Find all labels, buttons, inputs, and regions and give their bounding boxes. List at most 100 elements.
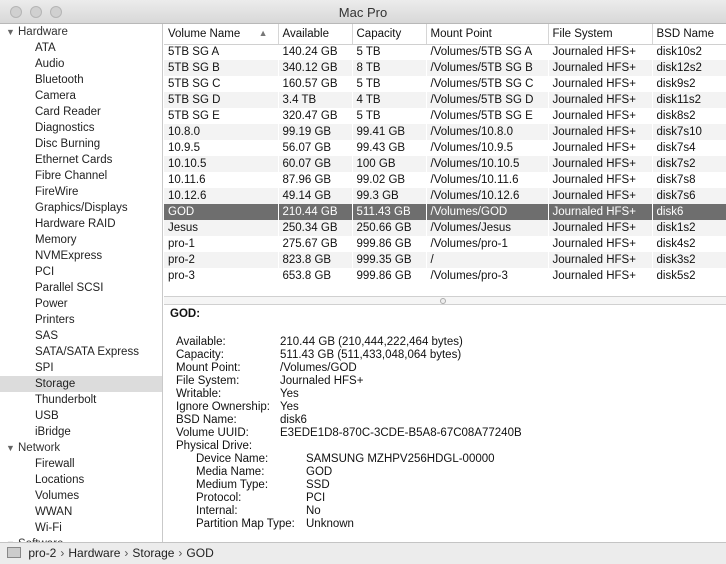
table-cell: 60.07 GB [278, 156, 352, 172]
table-cell: /Volumes/10.11.6 [430, 174, 519, 186]
table-cell: /Volumes/10.10.5 [426, 156, 548, 172]
physical-field-value: No [306, 505, 321, 517]
splitter-handle-icon[interactable] [440, 298, 446, 304]
physical-field-label: Media Name: [196, 466, 265, 478]
sidebar-item-parallel-scsi[interactable]: Parallel SCSI [0, 280, 162, 296]
table-cell: /Volumes/Jesus [426, 220, 548, 236]
table-cell: /Volumes/10.9.5 [430, 142, 513, 154]
table-row[interactable]: 10.8.0 99.19 GB 99.41 GB/Volumes/10.8.0 Jou… [164, 124, 726, 140]
sidebar-item-graphics-displays[interactable]: Graphics/Displays [0, 200, 162, 216]
table-cell: 653.8 GB [282, 270, 332, 282]
table-row[interactable]: GOD 210.44 GB 511.43 GB/Volumes/GOD Journal… [164, 204, 726, 220]
table-cell: Journaled HFS+ [548, 220, 652, 236]
table-row[interactable]: 5TB SG C 160.57 GB 5 TB/Volumes/5TB SG C Jo… [164, 76, 726, 92]
table-cell: 340.12 GB [278, 60, 352, 76]
sidebar-item-pci[interactable]: PCI [0, 264, 162, 280]
table-row[interactable]: pro-3 653.8 GB 999.86 GB/Volumes/pro-3 Jour… [164, 268, 726, 284]
sidebar-item-nvmexpress[interactable]: NVMExpress [0, 248, 162, 264]
sidebar-item-disc-burning[interactable]: Disc Burning [0, 136, 162, 152]
sidebar-item-sata-sata-express[interactable]: SATA/SATA Express [0, 344, 162, 360]
column-header-available[interactable]: Available [278, 24, 353, 45]
column-header-label: Capacity [356, 27, 402, 40]
table-body: 5TB SG A 140.24 GB 5 TB/Volumes/5TB SG A Jo… [164, 44, 726, 284]
sidebar-item-volumes[interactable]: Volumes [0, 488, 162, 504]
detail-field-value: E3EDE1D8-870C-3CDE-B5A8-67C08A77240B [280, 427, 522, 439]
table-row[interactable]: 5TB SG B 340.12 GB 8 TB/Volumes/5TB SG B Jo… [164, 60, 726, 76]
sidebar-item-firewall[interactable]: Firewall [0, 456, 162, 472]
path-item-storage[interactable]: Storage [132, 546, 174, 560]
table-cell: 511.43 GB [352, 204, 426, 220]
sidebar-item-card-reader[interactable]: Card Reader [0, 104, 162, 120]
window-title: Mac Pro [338, 5, 388, 20]
path-bar: pro-2 › Hardware › Storage › GOD [0, 542, 726, 564]
column-header-file-system[interactable]: File System [548, 24, 653, 45]
table-row[interactable]: 10.11.6 87.96 GB 99.02 GB/Volumes/10.11.6 J… [164, 172, 726, 188]
column-header-volume-name[interactable]: Volume Name ▲ [164, 24, 279, 45]
sidebar-section[interactable]: ▼ Hardware [0, 24, 162, 40]
disclosure-triangle-icon[interactable]: ▼ [6, 440, 18, 456]
table-row[interactable]: 5TB SG D 3.4 TB 4 TB/Volumes/5TB SG D Journ… [164, 92, 726, 108]
sidebar-section[interactable]: ▼ Network [0, 440, 162, 456]
table-cell: 275.67 GB [282, 238, 338, 250]
sidebar-item-camera[interactable]: Camera [0, 88, 162, 104]
column-header-mount-point[interactable]: Mount Point [426, 24, 549, 45]
column-header-label: Volume Name [168, 27, 241, 40]
detail-pane: GOD: Available: 210.44 GB (210,444,222,46… [164, 305, 726, 542]
table-cell: 49.14 GB [278, 188, 352, 204]
table-row[interactable]: 5TB SG E 320.47 GB 5 TB/Volumes/5TB SG E Jo… [164, 108, 726, 124]
table-row[interactable]: Jesus 250.34 GB 250.66 GB/Volumes/Jesus Jou… [164, 220, 726, 236]
table-cell: 5TB SG C [168, 78, 221, 90]
column-header-bsd-name[interactable]: BSD Name [652, 24, 726, 45]
sidebar-item-locations[interactable]: Locations [0, 472, 162, 488]
volumes-table: Volume Name ▲ Available Capacity Mount Point… [164, 24, 726, 296]
sidebar-item-spi[interactable]: SPI [0, 360, 162, 376]
table-cell: disk4s2 [656, 238, 696, 250]
sidebar-item-memory[interactable]: Memory [0, 232, 162, 248]
sidebar-item-hardware-raid[interactable]: Hardware RAID [0, 216, 162, 232]
table-row[interactable]: 5TB SG A 140.24 GB 5 TB/Volumes/5TB SG A Jo… [164, 44, 726, 60]
sidebar-item-wwan[interactable]: WWAN [0, 504, 162, 520]
table-header-row: Volume Name ▲ Available Capacity Mount Point… [164, 24, 726, 45]
sidebar-item-usb[interactable]: USB [0, 408, 162, 424]
sidebar-item-printers[interactable]: Printers [0, 312, 162, 328]
table-row[interactable]: 10.12.6 49.14 GB 99.3 GB/Volumes/10.12.6 Jo… [164, 188, 726, 204]
table-cell: 5 TB [356, 46, 381, 59]
table-cell: 5TB SG D [164, 92, 278, 108]
disclosure-triangle-icon[interactable]: ▼ [6, 24, 18, 40]
table-row[interactable]: 10.9.5 56.07 GB 99.43 GB/Volumes/10.9.5 Jou… [164, 140, 726, 156]
detail-field-label: BSD Name: [176, 414, 237, 426]
table-cell: 10.8.0 [164, 124, 278, 140]
table-cell: Journaled HFS+ [552, 174, 636, 186]
table-cell: 10.12.6 [164, 188, 278, 204]
table-cell: 99.43 GB [356, 142, 406, 154]
pane-splitter[interactable] [164, 296, 726, 305]
table-row[interactable]: pro-2 823.8 GB 999.35 GB / Journaled HFS+ dis… [164, 252, 726, 268]
sidebar-item-power[interactable]: Power [0, 296, 162, 312]
sidebar-item-diagnostics[interactable]: Diagnostics [0, 120, 162, 136]
path-item-god[interactable]: GOD [186, 546, 213, 560]
path-item-hardware[interactable]: Hardware [68, 546, 120, 560]
path-item-pro-2[interactable]: pro-2 [28, 546, 56, 560]
sidebar-item-wi-fi[interactable]: Wi-Fi [0, 520, 162, 536]
table-cell: 999.35 GB [352, 252, 426, 268]
sidebar-item-ethernet-cards[interactable]: Ethernet Cards [0, 152, 162, 168]
sidebar-item-ata[interactable]: ATA [0, 40, 162, 56]
sidebar-item-bluetooth[interactable]: Bluetooth [0, 72, 162, 88]
sidebar-item-firewire[interactable]: FireWire [0, 184, 162, 200]
sidebar-item-sas[interactable]: SAS [0, 328, 162, 344]
column-header-capacity[interactable]: Capacity [352, 24, 427, 45]
detail-field-label: Capacity: [176, 349, 224, 361]
table-cell: 8 TB [352, 60, 426, 76]
sidebar-item-storage[interactable]: Storage [0, 376, 162, 392]
physical-field-value: SSD [306, 479, 330, 491]
table-row[interactable]: pro-1 275.67 GB 999.86 GB/Volumes/pro-1 Jou… [164, 236, 726, 252]
table-cell: disk1s2 [652, 220, 726, 236]
sidebar-item-audio[interactable]: Audio [0, 56, 162, 72]
table-cell: disk7s8 [656, 174, 696, 186]
sidebar-item-thunderbolt[interactable]: Thunderbolt [0, 392, 162, 408]
sidebar-section-label: Network [18, 442, 61, 454]
sidebar-item-ibridge[interactable]: iBridge [0, 424, 162, 440]
table-row[interactable]: 10.10.5 60.07 GB 100 GB/Volumes/10.10.5 Jou… [164, 156, 726, 172]
table-cell: disk7s6 [652, 188, 726, 204]
sidebar-item-fibre-channel[interactable]: Fibre Channel [0, 168, 162, 184]
